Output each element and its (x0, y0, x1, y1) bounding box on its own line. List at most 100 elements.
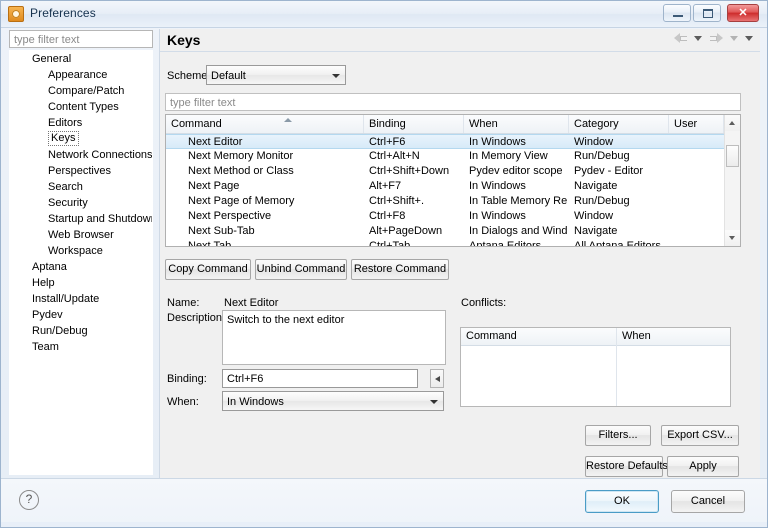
column-header-user[interactable]: User (669, 115, 724, 133)
dialog-footer: ? OK Cancel (1, 478, 767, 527)
help-question-icon[interactable]: ? (19, 490, 39, 510)
sidebar-item-network-connections[interactable]: Network Connections (10, 147, 152, 163)
sidebar-item-search[interactable]: Search (10, 179, 152, 195)
sidebar-item-workspace[interactable]: Workspace (10, 243, 152, 259)
close-button[interactable]: ✕ (727, 4, 759, 22)
scroll-up-arrow-icon[interactable] (725, 115, 740, 131)
sidebar-item-editors[interactable]: Editors (10, 115, 152, 131)
cancel-button[interactable]: Cancel (671, 490, 745, 513)
cell-command: Next Page (188, 180, 240, 192)
column-header-when[interactable]: When (464, 115, 569, 133)
cell-when: In Windows (469, 136, 526, 148)
cell-binding: Ctrl+Alt+N (369, 150, 420, 162)
sidebar-item-perspectives[interactable]: Perspectives (10, 163, 152, 179)
sidebar-item-install-update[interactable]: Install/Update (10, 291, 152, 307)
table-row[interactable]: Next Tab Ctrl+Tab Aptana Editors All Aptana… (166, 239, 740, 247)
sidebar-item-team[interactable]: Team (10, 339, 152, 355)
filters-button[interactable]: Filters... (585, 425, 651, 446)
binding-input[interactable]: Ctrl+F6 (222, 369, 418, 388)
window-title: Preferences (30, 6, 96, 20)
forward-arrow-icon[interactable] (709, 32, 723, 44)
keys-filter-input[interactable]: type filter text (165, 93, 741, 111)
preferences-tree[interactable]: General Appearance Compare/Patch Content Ty… (9, 50, 153, 475)
column-header-binding[interactable]: Binding (364, 115, 464, 133)
column-header-category[interactable]: Category (569, 115, 669, 133)
keys-table-body[interactable]: Next Editor Ctrl+F6 In Windows Window Next M… (166, 134, 740, 247)
ok-button[interactable]: OK (585, 490, 659, 513)
cell-category: Run/Debug (574, 150, 630, 162)
restore-defaults-button[interactable]: Restore Defaults (585, 456, 668, 477)
description-label: Description: (167, 312, 226, 324)
cell-when: Aptana Editors (469, 240, 542, 247)
cell-command: Next Tab (188, 240, 232, 247)
copy-command-button[interactable]: Copy Command (165, 259, 251, 280)
cell-command: Next Editor (188, 136, 243, 148)
back-arrow-icon[interactable] (673, 32, 687, 44)
maximize-button[interactable] (693, 4, 721, 22)
table-row[interactable]: Next Sub-Tab Alt+PageDown In Dialogs and W… (166, 224, 740, 239)
cell-command: Next Page of Memory (188, 195, 295, 207)
description-textarea[interactable]: Switch to the next editor (222, 310, 446, 365)
sidebar-item-pydev[interactable]: Pydev (10, 307, 152, 323)
cell-binding: Ctrl+Shift+Down (369, 165, 450, 177)
cell-binding: Ctrl+Tab (369, 240, 411, 247)
name-label: Name: (167, 297, 200, 309)
cell-command: Next Method or Class (188, 165, 294, 177)
sidebar-item-content-types[interactable]: Content Types (10, 99, 152, 115)
binding-insert-button[interactable] (430, 369, 444, 388)
table-row[interactable]: Next Page of Memory Ctrl+Shift+. In Table … (166, 194, 740, 209)
keys-table[interactable]: Command Binding When Category User Next Edit… (165, 114, 741, 247)
sidebar-item-web-browser[interactable]: Web Browser (10, 227, 152, 243)
forward-chevron-down-icon[interactable] (729, 35, 738, 41)
sidebar-item-appearance[interactable]: Appearance (10, 67, 152, 83)
view-menu-chevron-down-icon[interactable] (745, 35, 753, 41)
cell-category: Run/Debug (574, 195, 630, 207)
cell-when: In Dialogs and Windo... (469, 225, 568, 237)
unbind-command-button[interactable]: Unbind Command (255, 259, 347, 280)
table-row[interactable]: Next Page Alt+F7 In Windows Navigate (166, 179, 740, 194)
cell-binding: Alt+F7 (369, 180, 402, 192)
back-chevron-down-icon[interactable] (693, 35, 702, 41)
table-row[interactable]: Next Memory Monitor Ctrl+Alt+N In Memory V… (166, 149, 740, 164)
minimize-button[interactable] (663, 4, 691, 22)
export-csv-button[interactable]: Export CSV... (661, 425, 739, 446)
scheme-select[interactable]: Default (206, 65, 346, 85)
conflicts-table[interactable]: Command When (460, 327, 731, 407)
when-label: When: (167, 396, 199, 408)
cell-binding: Alt+PageDown (369, 225, 443, 237)
keys-table-scrollbar[interactable] (724, 115, 740, 246)
cell-binding: Ctrl+Shift+. (369, 195, 425, 207)
scrollbar-thumb[interactable] (726, 145, 739, 167)
scroll-down-arrow-icon[interactable] (725, 230, 740, 246)
when-select[interactable]: In Windows (222, 391, 444, 411)
cell-command: Next Sub-Tab (188, 225, 255, 237)
sidebar-item-compare-patch[interactable]: Compare/Patch (10, 83, 152, 99)
table-row[interactable]: Next Method or Class Ctrl+Shift+Down Pydev… (166, 164, 740, 179)
restore-command-button[interactable]: Restore Command (351, 259, 449, 280)
sidebar-row[interactable]: Keys (10, 131, 152, 147)
maximize-icon (703, 9, 713, 18)
sidebar-filter-input[interactable]: type filter text (9, 30, 153, 48)
binding-label: Binding: (167, 373, 207, 385)
footer-strip (1, 522, 767, 527)
name-value: Next Editor (224, 297, 279, 309)
sidebar-item-help[interactable]: Help (10, 275, 152, 291)
sidebar-item-run-debug[interactable]: Run/Debug (10, 323, 152, 339)
sidebar-item-keys[interactable]: Keys (48, 131, 80, 146)
sidebar-item-startup-and-shutdown[interactable]: Startup and Shutdown (10, 211, 152, 227)
sidebar-item-general[interactable]: General (10, 51, 152, 67)
sidebar-item-aptana[interactable]: Aptana (10, 259, 152, 275)
conflicts-column-command: Command (466, 330, 517, 342)
sidebar-item-security[interactable]: Security (10, 195, 152, 211)
table-row[interactable]: Next Perspective Ctrl+F8 In Windows Window (166, 209, 740, 224)
cell-binding: Ctrl+F6 (369, 136, 406, 148)
chevron-down-icon (332, 74, 340, 78)
column-header-command[interactable]: Command (166, 115, 364, 133)
preferences-dialog: Preferences ✕ type filter text General Ap… (0, 0, 768, 528)
cell-category: Navigate (574, 180, 618, 192)
apply-button[interactable]: Apply (667, 456, 739, 477)
table-row[interactable]: Next Editor Ctrl+F6 In Windows Window (166, 134, 740, 149)
cell-when: In Windows (469, 180, 526, 192)
when-value: In Windows (227, 396, 284, 408)
cell-when: In Table Memory Ren... (469, 195, 568, 207)
